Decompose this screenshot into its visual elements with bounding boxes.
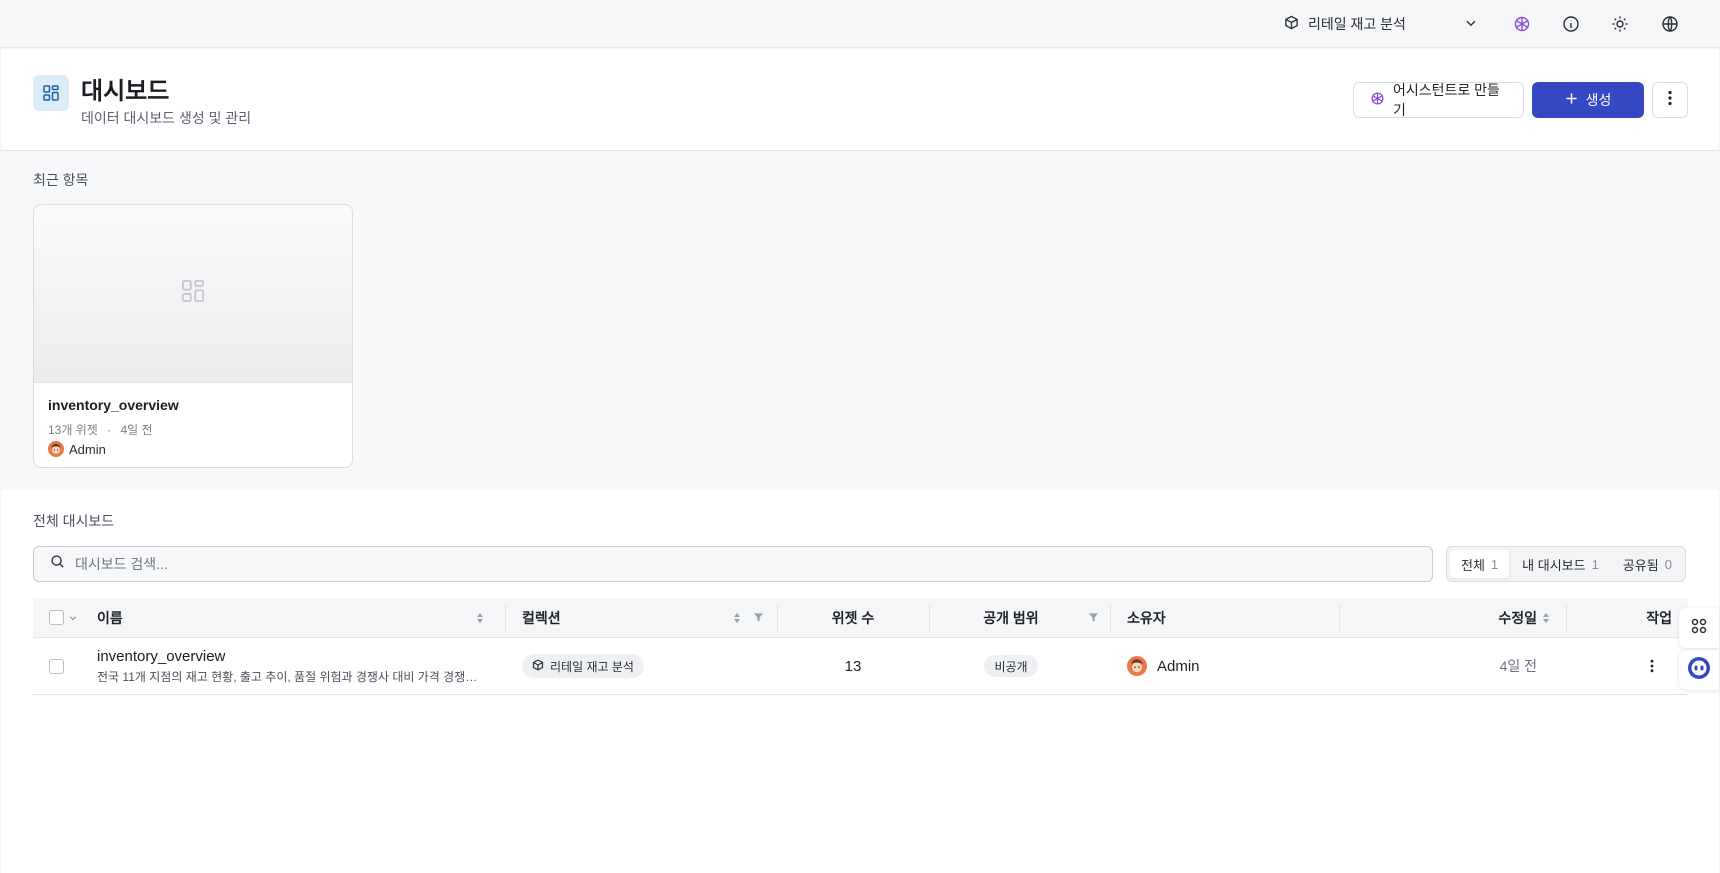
column-divider (1566, 604, 1567, 632)
chatbot-button[interactable] (1679, 650, 1719, 690)
chevron-down-icon (1464, 16, 1478, 33)
card-widget-count: 13개 위젯 (48, 423, 98, 437)
cube-icon (1284, 15, 1299, 33)
assistant-icon[interactable] (1510, 12, 1534, 36)
info-icon[interactable] (1559, 12, 1583, 36)
table-header: 이름 컬렉션 위젯 수 공개 범위 소유자 수정일 작업 (33, 598, 1688, 638)
recent-dashboard-card[interactable]: inventory_overview 13개 위젯 · 4일 전 Admin (33, 204, 353, 468)
filter-icon[interactable] (753, 598, 764, 637)
tab-my-dashboards[interactable]: 내 대시보드 1 (1511, 550, 1610, 578)
filter-icon[interactable] (1088, 598, 1099, 637)
tab-my-dashboards-count: 1 (1591, 556, 1599, 572)
column-header-modified[interactable]: 수정일 (1349, 598, 1537, 637)
more-options-button[interactable] (1652, 82, 1688, 118)
row-owner-cell: Admin (1127, 638, 1200, 694)
page-title: 대시보드 (81, 78, 170, 105)
row-select (49, 638, 64, 694)
select-all-control (49, 598, 78, 637)
column-divider (1110, 604, 1111, 632)
dashboard-icon (33, 75, 69, 111)
more-vertical-icon (1668, 90, 1672, 111)
row-widget-count: 13 (844, 657, 862, 675)
chatbot-icon (1687, 656, 1711, 685)
column-divider (505, 604, 506, 632)
column-header-name[interactable]: 이름 (97, 598, 123, 637)
column-header-collection[interactable]: 컬렉션 (522, 598, 561, 637)
column-header-owner[interactable]: 소유자 (1127, 598, 1166, 637)
card-thumbnail (34, 205, 352, 383)
search-input[interactable] (75, 556, 1395, 572)
column-header-visibility[interactable]: 공개 범위 (929, 598, 1093, 637)
row-collection-cell: 리테일 재고 분석 (522, 638, 644, 694)
sort-icon[interactable] (476, 598, 484, 637)
search-field[interactable] (33, 546, 1433, 582)
tab-shared-label: 공유됨 (1622, 557, 1659, 573)
column-header-actions: 작업 (1646, 609, 1672, 626)
tab-shared[interactable]: 공유됨 0 (1612, 550, 1683, 578)
page-subtitle: 데이터 대시보드 생성 및 관리 (81, 110, 252, 126)
collection-badge-label: 리테일 재고 분석 (550, 659, 634, 674)
collection-badge[interactable]: 리테일 재고 분석 (522, 654, 644, 678)
row-visibility-cell: 비공개 (929, 638, 1093, 694)
search-icon (50, 554, 65, 574)
sort-icon[interactable] (1542, 598, 1550, 637)
row-description: 전국 11개 지점의 재고 현황, 출고 추이, 품절 위험과 경쟁사 대비 가… (97, 669, 487, 684)
assistant-icon (1370, 91, 1385, 109)
sort-icon[interactable] (733, 598, 741, 637)
select-all-checkbox[interactable] (49, 610, 64, 625)
tab-all[interactable]: 전체 1 (1450, 550, 1510, 578)
table-row[interactable]: inventory_overview 전국 11개 지점의 재고 현황, 출고 … (33, 638, 1688, 695)
row-modified: 4일 전 (1499, 658, 1537, 674)
page-header: 대시보드 데이터 대시보드 생성 및 관리 어시스턴트로 만들기 생성 (1, 49, 1719, 151)
column-divider (1339, 604, 1340, 632)
collection-selector[interactable]: 리테일 재고 분석 (1276, 8, 1486, 40)
column-header-widgets[interactable]: 위젯 수 (777, 598, 929, 637)
card-owner: Admin (48, 441, 106, 457)
row-owner-name: Admin (1157, 657, 1200, 675)
create-with-assistant-label: 어시스턴트로 만들기 (1393, 82, 1500, 118)
grid-icon (1690, 617, 1708, 640)
sun-icon[interactable] (1608, 12, 1632, 36)
card-modified-time: 4일 전 (120, 423, 153, 437)
create-with-assistant-button[interactable]: 어시스턴트로 만들기 (1353, 82, 1524, 118)
plus-icon (1565, 92, 1578, 108)
tab-shared-count: 0 (1664, 556, 1672, 572)
avatar (1127, 656, 1147, 676)
dashboards-table: 이름 컬렉션 위젯 수 공개 범위 소유자 수정일 작업 inventory_o… (33, 598, 1688, 695)
recent-section-label: 최근 항목 (33, 172, 89, 188)
card-title: inventory_overview (48, 397, 179, 413)
dashboard-filter-tabs: 전체 1 내 대시보드 1 공유됨 0 (1446, 546, 1686, 582)
card-meta-separator: · (107, 423, 112, 437)
row-actions-button[interactable] (1650, 638, 1654, 694)
create-button[interactable]: 생성 (1532, 82, 1644, 118)
widget-panel-button[interactable] (1679, 608, 1719, 648)
top-bar: 리테일 재고 분석 (0, 0, 1720, 48)
card-owner-name: Admin (69, 441, 106, 457)
create-button-label: 생성 (1585, 92, 1612, 108)
all-dashboards-label: 전체 대시보드 (33, 513, 115, 529)
all-dashboards-section: 전체 대시보드 전체 1 내 대시보드 1 공유됨 0 이름 (1, 490, 1719, 873)
globe-icon[interactable] (1658, 12, 1682, 36)
card-meta: 13개 위젯 · 4일 전 (48, 421, 153, 438)
tab-my-dashboards-label: 내 대시보드 (1522, 557, 1586, 573)
avatar (48, 441, 64, 457)
chevron-down-icon[interactable] (68, 610, 78, 626)
visibility-badge: 비공개 (984, 655, 1038, 677)
row-checkbox[interactable] (49, 658, 64, 674)
tab-all-label: 전체 (1461, 557, 1485, 573)
recent-section: 최근 항목 inventory_overview 13개 위젯 · 4일 전 A… (1, 152, 1719, 490)
collection-selector-label: 리테일 재고 분석 (1308, 16, 1406, 32)
dashboard-placeholder-icon (180, 278, 206, 309)
row-name[interactable]: inventory_overview (97, 648, 225, 665)
tab-all-count: 1 (1490, 556, 1499, 572)
row-name-cell: inventory_overview 전국 11개 지점의 재고 현황, 출고 … (97, 638, 487, 694)
cube-icon (532, 658, 544, 674)
